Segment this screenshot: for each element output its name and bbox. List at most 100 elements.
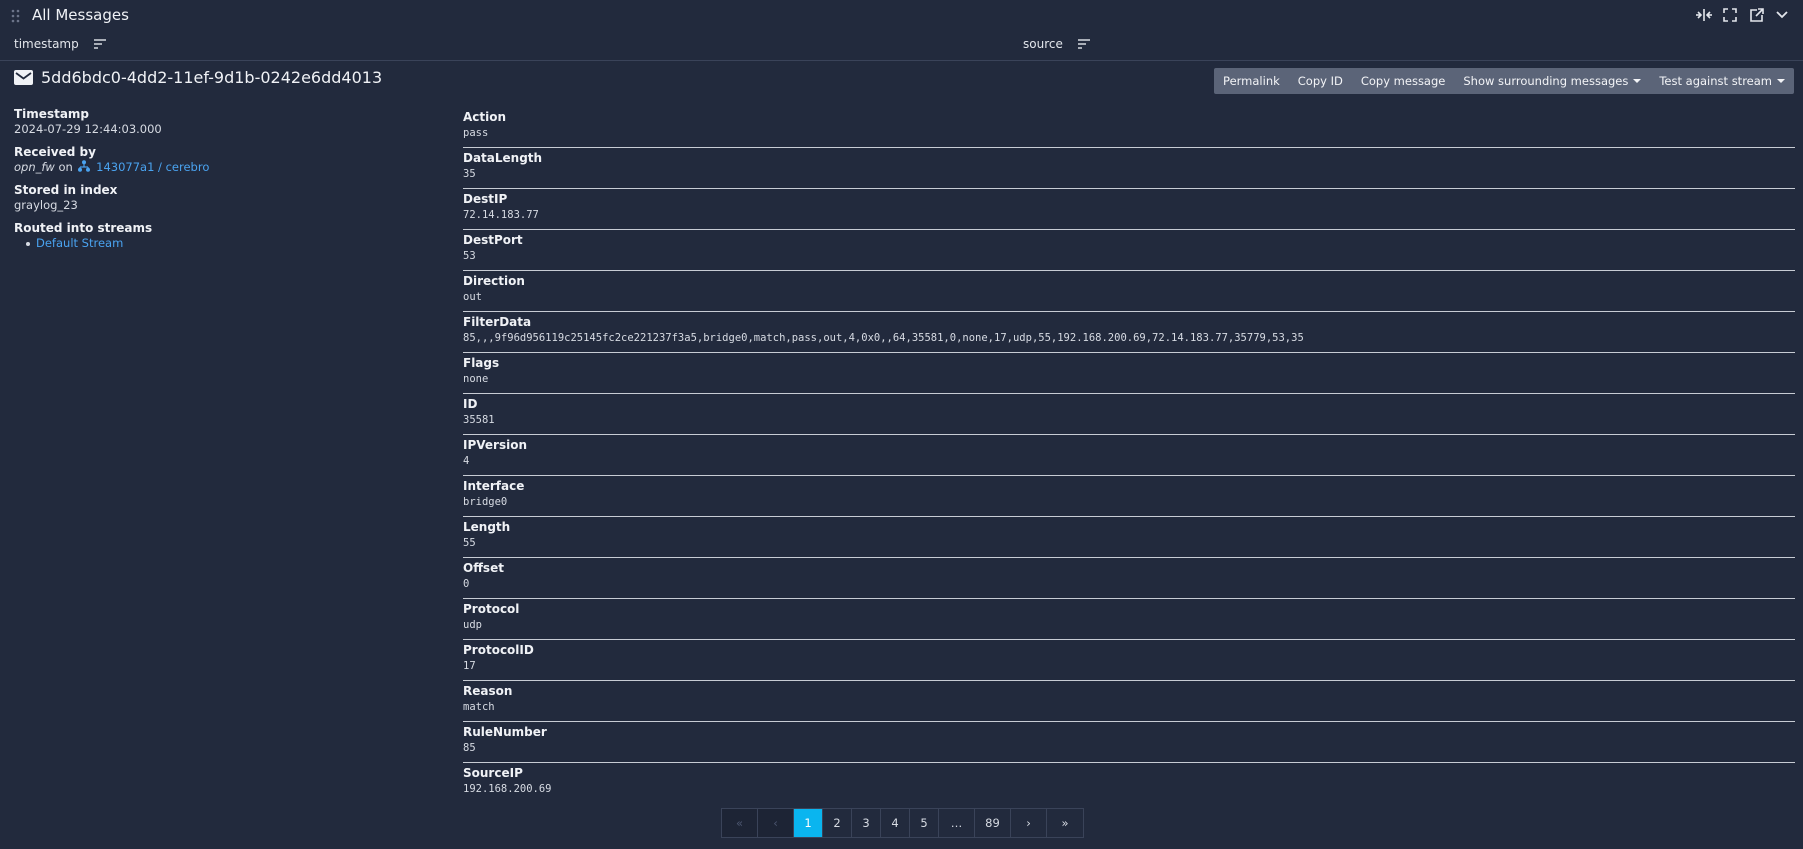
chevron-down-icon[interactable] bbox=[1773, 6, 1791, 24]
field-name[interactable]: DataLength bbox=[463, 150, 1795, 166]
field-row: Flags none bbox=[463, 353, 1795, 394]
field-row: ID 35581 bbox=[463, 394, 1795, 435]
input-name: opn_fw bbox=[14, 160, 55, 174]
routed-into-streams-label: Routed into streams bbox=[14, 221, 153, 235]
field-value[interactable]: bridge0 bbox=[463, 494, 1795, 510]
field-name[interactable]: IPVersion bbox=[463, 437, 1795, 453]
index-value: graylog_23 bbox=[14, 198, 78, 212]
next-page-button[interactable]: › bbox=[1011, 809, 1047, 837]
field-name[interactable]: SourceIP bbox=[463, 765, 1795, 781]
envelope-icon bbox=[14, 70, 33, 85]
field-value[interactable]: udp bbox=[463, 617, 1795, 633]
field-row: Length 55 bbox=[463, 517, 1795, 558]
message-actions: Permalink Copy ID Copy message Show surr… bbox=[1214, 68, 1794, 94]
first-page-button[interactable]: « bbox=[722, 809, 758, 837]
external-link-icon[interactable] bbox=[1747, 6, 1765, 24]
field-name[interactable]: DestIP bbox=[463, 191, 1795, 207]
field-name[interactable]: Reason bbox=[463, 683, 1795, 699]
split-columns-icon[interactable] bbox=[1695, 6, 1713, 24]
timestamp-label: Timestamp bbox=[14, 107, 90, 121]
show-surrounding-messages-dropdown[interactable]: Show surrounding messages bbox=[1454, 68, 1650, 94]
page-button-3[interactable]: 3 bbox=[852, 809, 881, 837]
sort-icon[interactable] bbox=[1077, 38, 1091, 50]
field-value[interactable]: 35581 bbox=[463, 412, 1795, 428]
field-name[interactable]: FilterData bbox=[463, 314, 1795, 330]
field-value[interactable]: 192.168.200.69 bbox=[463, 781, 1795, 797]
field-name[interactable]: ProtocolID bbox=[463, 642, 1795, 658]
previous-page-button[interactable]: ‹ bbox=[758, 809, 794, 837]
field-name[interactable]: Direction bbox=[463, 273, 1795, 289]
field-row: FilterData 85,,,9f96d956119c25145fc2ce221… bbox=[463, 312, 1795, 353]
field-name[interactable]: Protocol bbox=[463, 601, 1795, 617]
field-row: DestIP 72.14.183.77 bbox=[463, 189, 1795, 230]
stream-link[interactable]: Default Stream bbox=[36, 236, 123, 250]
field-name[interactable]: Flags bbox=[463, 355, 1795, 371]
field-row: Protocol udp bbox=[463, 599, 1795, 640]
column-label: timestamp bbox=[14, 37, 79, 51]
received-by-value: opn_fw on 143077a1 / cerebro bbox=[14, 159, 434, 176]
page-button-89[interactable]: 89 bbox=[975, 809, 1011, 837]
page-button-4[interactable]: 4 bbox=[881, 809, 910, 837]
column-header-source[interactable]: source bbox=[1023, 37, 1091, 51]
field-name[interactable]: RuleNumber bbox=[463, 724, 1795, 740]
streams-list-container: Default Stream bbox=[14, 235, 434, 252]
node-link[interactable]: 143077a1 / cerebro bbox=[96, 160, 209, 174]
panel-header: All Messages bbox=[0, 0, 1803, 31]
field-name[interactable]: Length bbox=[463, 519, 1795, 535]
field-row: Direction out bbox=[463, 271, 1795, 312]
field-name[interactable]: Offset bbox=[463, 560, 1795, 576]
column-label: source bbox=[1023, 37, 1063, 51]
field-value[interactable]: 85 bbox=[463, 740, 1795, 756]
field-row: Action pass bbox=[463, 107, 1795, 148]
streams-list: Default Stream bbox=[14, 235, 434, 252]
field-value[interactable]: 53 bbox=[463, 248, 1795, 264]
timestamp-value: 2024-07-29 12:44:03.000 bbox=[14, 122, 162, 136]
field-value[interactable]: 85,,,9f96d956119c25145fc2ce221237f3a5,br… bbox=[463, 330, 1795, 346]
message-id: 5dd6bdc0-4dd2-11ef-9d1b-0242e6dd4013 bbox=[41, 68, 383, 87]
field-name[interactable]: DestPort bbox=[463, 232, 1795, 248]
field-row: IPVersion 4 bbox=[463, 435, 1795, 476]
page-button-1[interactable]: 1 bbox=[794, 809, 823, 837]
sort-icon[interactable] bbox=[93, 38, 107, 50]
caret-down-icon bbox=[1777, 79, 1785, 83]
message-title: 5dd6bdc0-4dd2-11ef-9d1b-0242e6dd4013 bbox=[14, 68, 382, 87]
field-value[interactable]: 72.14.183.77 bbox=[463, 207, 1795, 223]
field-value[interactable]: 55 bbox=[463, 535, 1795, 551]
field-value[interactable]: 4 bbox=[463, 453, 1795, 469]
field-row: Offset 0 bbox=[463, 558, 1795, 599]
pagination: « ‹ 1 2 3 4 5 … 89 › » bbox=[721, 808, 1084, 838]
field-value[interactable]: match bbox=[463, 699, 1795, 715]
on-text: on bbox=[58, 160, 73, 174]
field-row: RuleNumber 85 bbox=[463, 722, 1795, 763]
pagination-ellipsis[interactable]: … bbox=[939, 809, 975, 837]
copy-id-button[interactable]: Copy ID bbox=[1289, 68, 1352, 94]
field-value[interactable]: 17 bbox=[463, 658, 1795, 674]
field-value[interactable]: 35 bbox=[463, 166, 1795, 182]
field-value[interactable]: none bbox=[463, 371, 1795, 387]
page-button-2[interactable]: 2 bbox=[823, 809, 852, 837]
drag-handle-icon[interactable] bbox=[11, 9, 23, 23]
last-page-button[interactable]: » bbox=[1047, 809, 1083, 837]
field-row: DataLength 35 bbox=[463, 148, 1795, 189]
panel-title: All Messages bbox=[32, 6, 129, 24]
field-name[interactable]: Action bbox=[463, 109, 1795, 125]
message-metadata: Timestamp 2024-07-29 12:44:03.000 Receiv… bbox=[14, 107, 434, 259]
field-row: SourceIP 192.168.200.69 bbox=[463, 763, 1795, 804]
field-row: DestPort 53 bbox=[463, 230, 1795, 271]
field-value[interactable]: pass bbox=[463, 125, 1795, 141]
field-value[interactable]: 0 bbox=[463, 576, 1795, 592]
test-against-stream-dropdown[interactable]: Test against stream bbox=[1650, 68, 1794, 94]
field-name[interactable]: Interface bbox=[463, 478, 1795, 494]
column-headers: timestamp source bbox=[0, 33, 1803, 61]
fullscreen-icon[interactable] bbox=[1721, 6, 1739, 24]
field-name[interactable]: ID bbox=[463, 396, 1795, 412]
permalink-button[interactable]: Permalink bbox=[1214, 68, 1289, 94]
copy-message-button[interactable]: Copy message bbox=[1352, 68, 1455, 94]
message-fields: Action pass DataLength 35 DestIP 72.14.183.77… bbox=[463, 107, 1795, 804]
field-value[interactable]: out bbox=[463, 289, 1795, 305]
caret-down-icon bbox=[1633, 79, 1642, 83]
column-header-timestamp[interactable]: timestamp bbox=[14, 37, 107, 51]
page-button-5[interactable]: 5 bbox=[910, 809, 939, 837]
received-by-label: Received by bbox=[14, 145, 96, 159]
field-row: Reason match bbox=[463, 681, 1795, 722]
